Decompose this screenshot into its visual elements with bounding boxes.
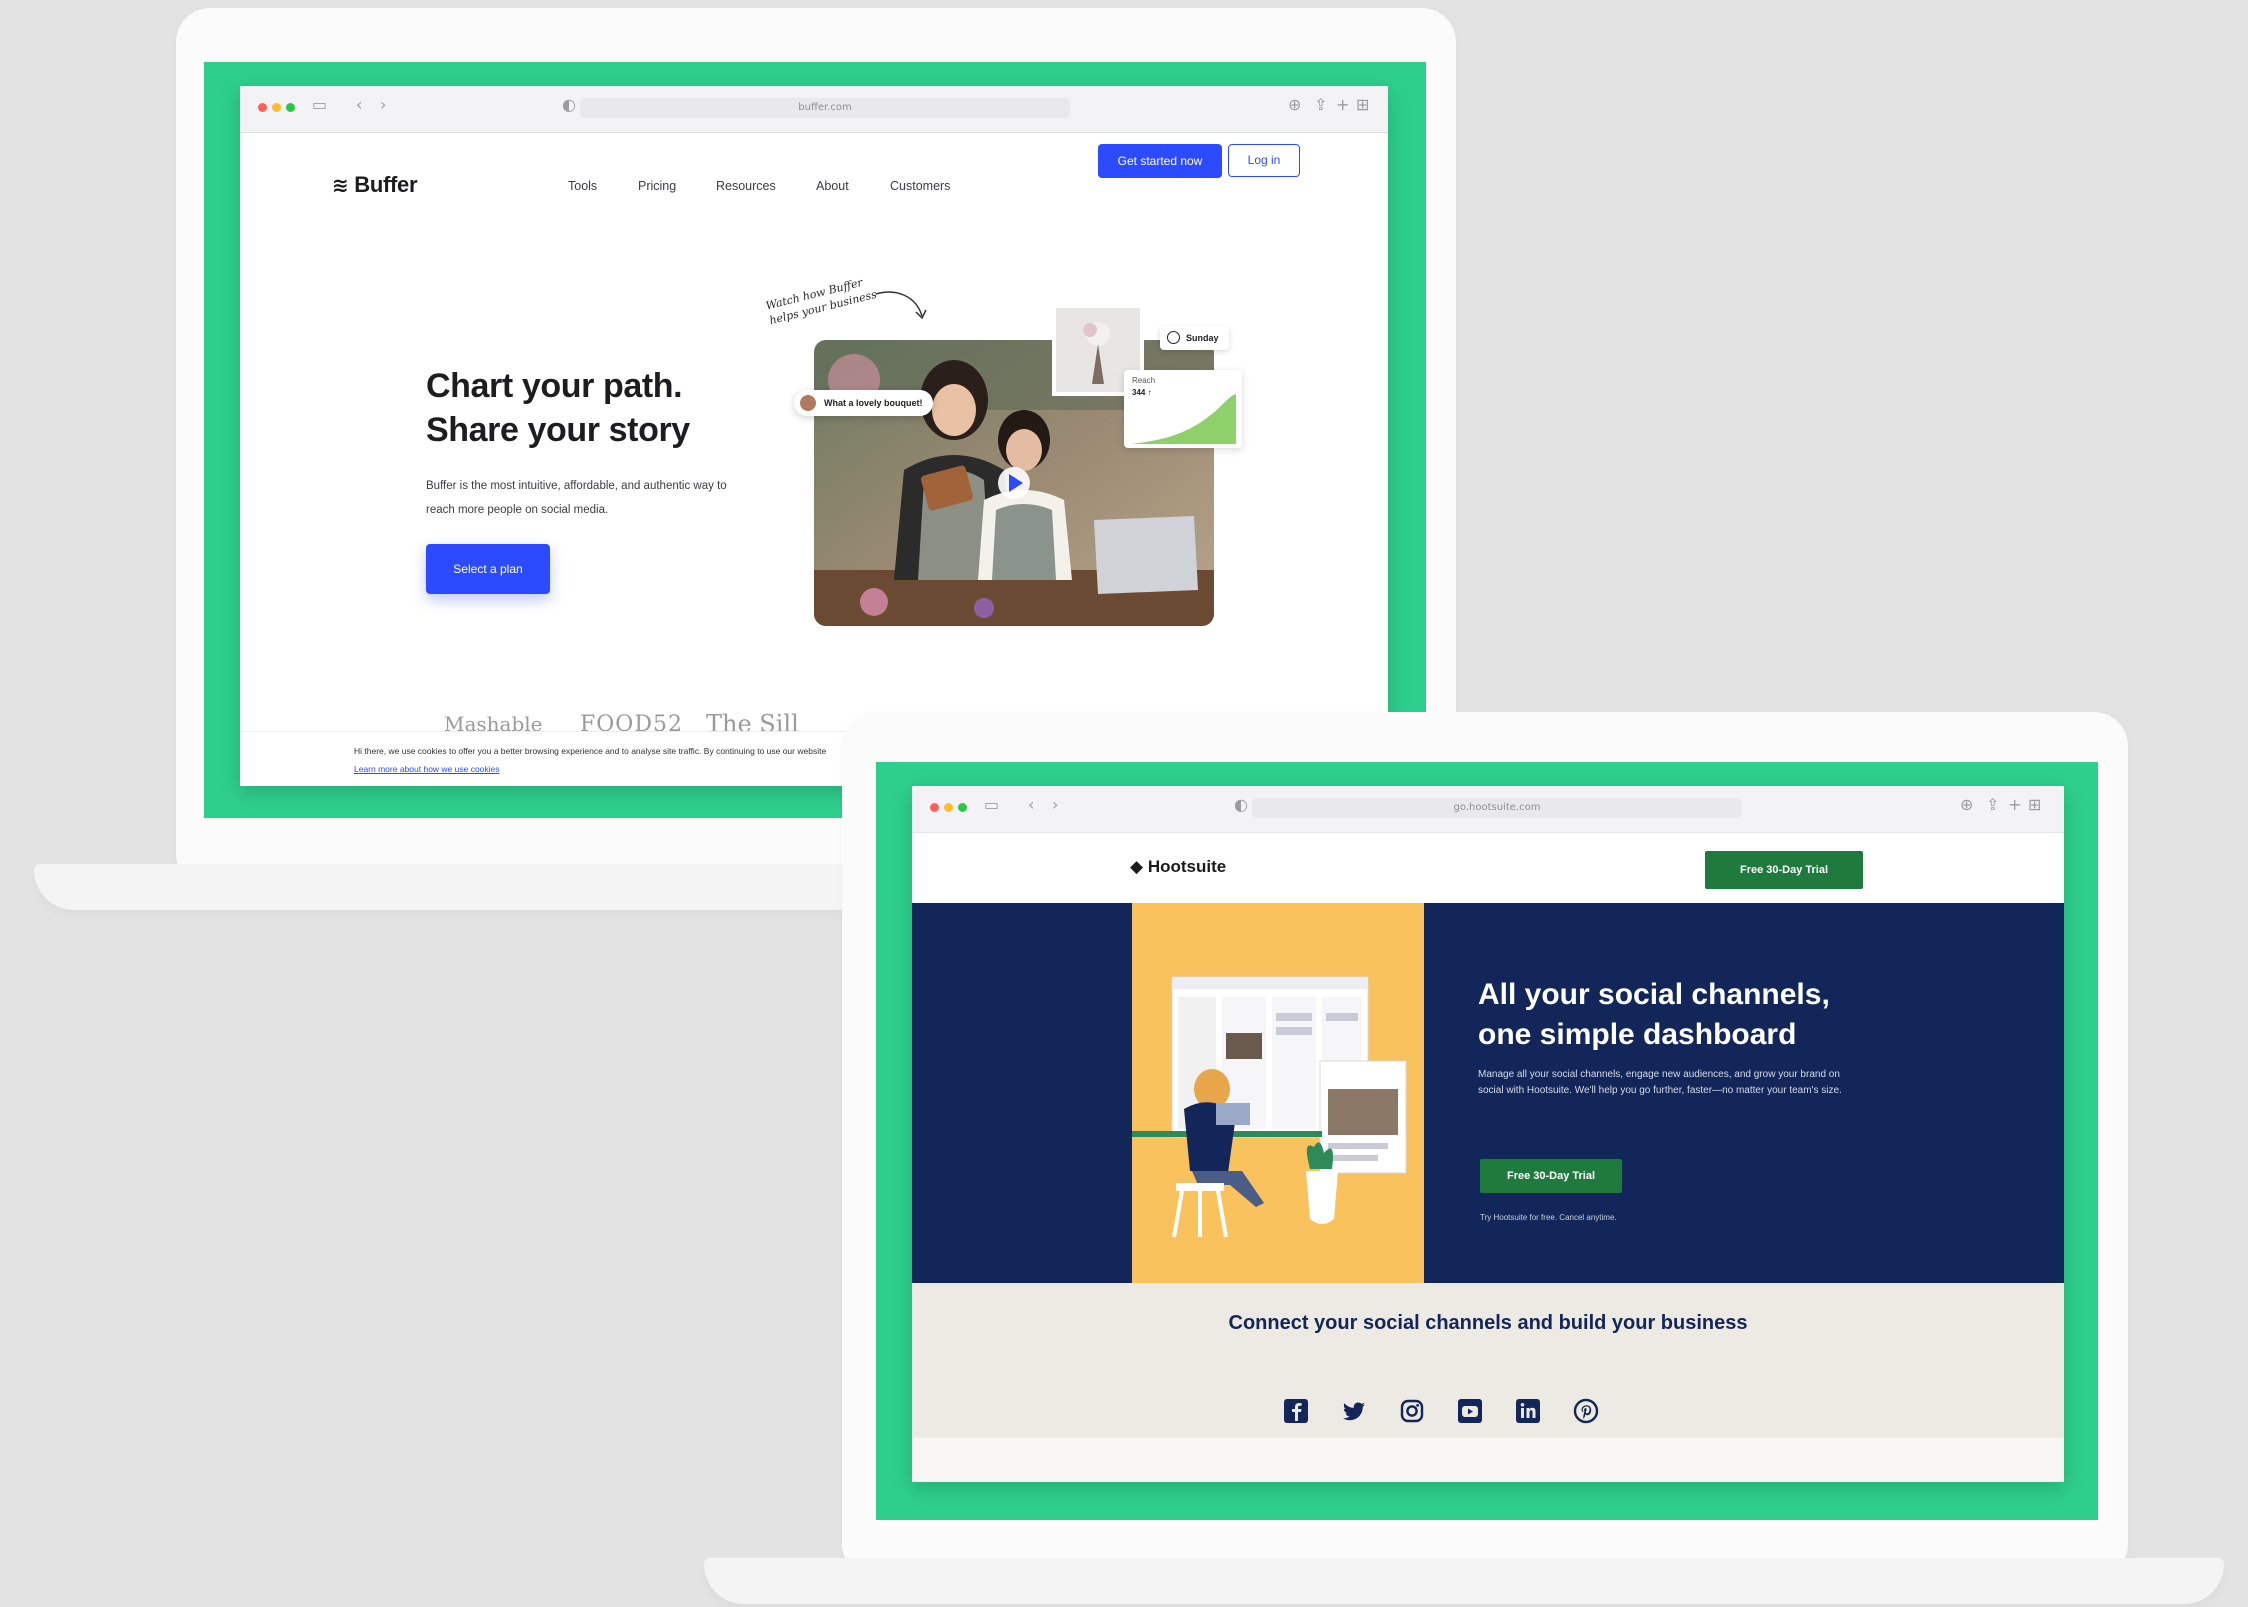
dashboard-illustration: [1132, 903, 1424, 1283]
instagram-icon[interactable]: [1398, 1397, 1426, 1425]
minimize-window-dot[interactable]: [272, 103, 281, 112]
close-window-dot[interactable]: [258, 103, 267, 112]
reach-area-chart: [1132, 394, 1236, 444]
new-tab-icon[interactable]: +: [1336, 95, 1349, 114]
address-bar-url: go.hootsuite.com: [1453, 802, 1541, 813]
share-icon[interactable]: ⇪: [1986, 795, 1999, 814]
share-icon[interactable]: ⇪: [1314, 95, 1327, 114]
facebook-icon[interactable]: [1282, 1397, 1310, 1425]
address-bar[interactable]: buffer.com: [580, 98, 1070, 118]
hero-description: Manage all your social channels, engage …: [1478, 1069, 1842, 1096]
buffer-logo-text: Buffer: [354, 172, 418, 197]
schedule-day: Sunday: [1186, 333, 1219, 343]
hero-fine-print: Try Hootsuite for free. Cancel anytime.: [1480, 1213, 1617, 1222]
commenter-avatar: [800, 395, 816, 411]
youtube-icon[interactable]: [1456, 1397, 1484, 1425]
hootsuite-hero: All your social channels, one simple das…: [912, 903, 2064, 1283]
hootsuite-logo[interactable]: ◆ Hootsuite: [1130, 857, 1226, 877]
zoom-window-dot[interactable]: [286, 103, 295, 112]
curved-arrow-icon: [875, 291, 927, 320]
nav-customers[interactable]: Customers: [890, 179, 950, 193]
sidebar-icon[interactable]: ▭: [312, 95, 327, 114]
login-button[interactable]: Log in: [1228, 144, 1300, 177]
privacy-icon[interactable]: ◐: [1234, 795, 1248, 814]
reach-chart-card: Reach 344 ↑: [1124, 370, 1242, 448]
connect-title: Connect your social channels and build y…: [1228, 1312, 1748, 1334]
sidebar-icon[interactable]: ▭: [984, 795, 999, 814]
hero-title: Chart your path. Share your story: [426, 364, 746, 452]
nav-about[interactable]: About: [816, 179, 849, 193]
forward-icon[interactable]: ›: [380, 95, 386, 114]
hero-title-line-2: one simple dashboard: [1478, 1018, 1797, 1051]
hootsuite-laptop-base: [704, 1558, 2224, 1604]
buffer-logo[interactable]: ≋ Buffer: [332, 172, 418, 198]
back-icon[interactable]: ‹: [356, 95, 362, 114]
linkedin-icon[interactable]: [1514, 1397, 1542, 1425]
hero-title: All your social channels, one simple das…: [1478, 975, 1878, 1055]
cookie-text: Hi there, we use cookies to offer you a …: [354, 746, 827, 756]
page-bottom-strip: [912, 1438, 2064, 1482]
hero-title-line-2: Share your story: [426, 411, 690, 449]
nav-pricing[interactable]: Pricing: [638, 179, 676, 193]
twitter-icon[interactable]: [1340, 1397, 1368, 1425]
forward-icon[interactable]: ›: [1052, 795, 1058, 814]
buffer-browser-window: ▭ ‹ › ◐ buffer.com ⊕ ⇪ + ⊞ ≋ Buffer Tool…: [240, 86, 1388, 786]
clock-icon: [1167, 331, 1180, 344]
download-icon[interactable]: ⊕: [1288, 95, 1301, 114]
header-free-trial-button[interactable]: Free 30-Day Trial: [1705, 851, 1863, 889]
address-bar[interactable]: go.hootsuite.com: [1252, 798, 1742, 818]
hootsuite-logo-text: Hootsuite: [1147, 857, 1227, 876]
hero-title-line-1: All your social channels,: [1478, 978, 1830, 1011]
nav-resources[interactable]: Resources: [716, 179, 776, 193]
back-icon[interactable]: ‹: [1028, 795, 1034, 814]
buffer-layers-icon: ≋: [332, 173, 349, 197]
new-tab-icon[interactable]: +: [2008, 795, 2021, 814]
hero-subtitle: Buffer is the most intuitive, affordable…: [426, 480, 727, 516]
zoom-window-dot[interactable]: [958, 803, 967, 812]
browser-toolbar: ▭ ‹ › ◐ go.hootsuite.com ⊕ ⇪ + ⊞: [912, 786, 2064, 833]
comment-bubble: What a lovely bouquet!: [794, 390, 933, 416]
schedule-pill: Sunday: [1160, 326, 1229, 350]
close-window-dot[interactable]: [930, 803, 939, 812]
select-plan-button[interactable]: Select a plan: [426, 544, 550, 594]
reach-label: Reach: [1132, 376, 1156, 385]
hero-title-line-1: Chart your path.: [426, 367, 683, 405]
hootsuite-browser-window: ▭ ‹ › ◐ go.hootsuite.com ⊕ ⇪ + ⊞ ◆ Hoots…: [912, 786, 2064, 1482]
pinterest-icon[interactable]: [1572, 1397, 1600, 1425]
get-started-button[interactable]: Get started now: [1098, 144, 1222, 178]
handwritten-note: Watch how Buffer helps your business: [764, 275, 879, 328]
comment-text: What a lovely bouquet!: [824, 398, 923, 408]
download-icon[interactable]: ⊕: [1960, 795, 1973, 814]
privacy-icon[interactable]: ◐: [562, 95, 576, 114]
owl-icon: ◆: [1130, 857, 1144, 877]
tabs-overview-icon[interactable]: ⊞: [2028, 795, 2041, 814]
hero-free-trial-button[interactable]: Free 30-Day Trial: [1480, 1159, 1622, 1193]
address-bar-url: buffer.com: [798, 102, 852, 113]
cookie-learn-more-link[interactable]: Learn more about how we use cookies: [354, 764, 500, 774]
tabs-overview-icon[interactable]: ⊞: [1356, 95, 1369, 114]
minimize-window-dot[interactable]: [944, 803, 953, 812]
nav-tools[interactable]: Tools: [568, 179, 597, 193]
hootsuite-header: ◆ Hootsuite Free 30-Day Trial: [912, 833, 2064, 903]
browser-toolbar: ▭ ‹ › ◐ buffer.com ⊕ ⇪ + ⊞: [240, 86, 1388, 133]
